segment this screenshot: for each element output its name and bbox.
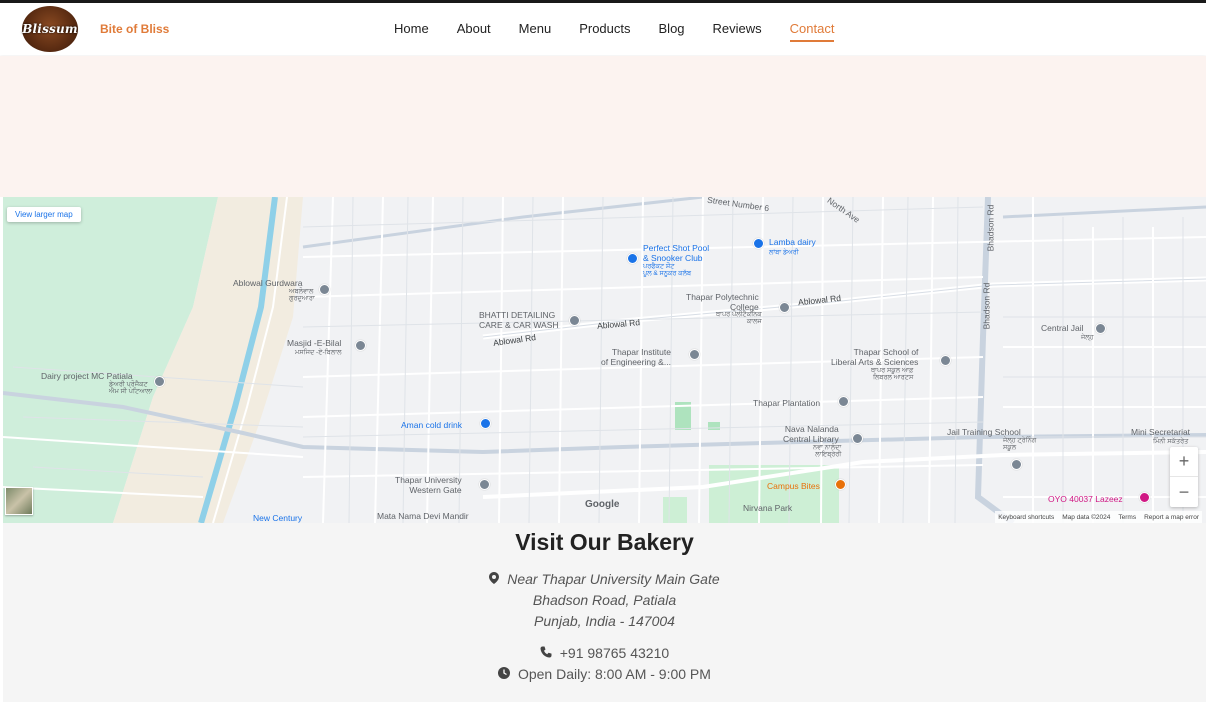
map-label-ablowal-gurdwara-local: ਅਬਲੋਵਾਲ ਗੁਰਦੁਆਰਾ xyxy=(289,288,315,302)
map-label-central-jail: Central Jail xyxy=(1041,323,1084,333)
zoom-out-button[interactable]: − xyxy=(1170,477,1198,507)
address-line-3: Punjab, India - 147004 xyxy=(534,613,675,629)
map-pin-nava-nalanda[interactable] xyxy=(852,433,863,444)
map-label-masjid: Masjid -E-Bilal xyxy=(287,338,342,348)
map-label-thapar-plantation: Thapar Plantation xyxy=(753,398,821,408)
map-label-thapar-poly: Thapar Polytechnic College xyxy=(686,292,759,312)
view-larger-map-link[interactable]: View larger map xyxy=(7,207,81,222)
address-text-1: Near Thapar University Main Gate xyxy=(507,571,720,587)
map-pin-bhatti[interactable] xyxy=(569,315,580,326)
map-label-nava-nalanda-local: ਨਵਾ ਨਾਲੰਦਾ ਲਾਇਬ੍ਰੇਰੀ xyxy=(813,444,842,458)
nav-home[interactable]: Home xyxy=(394,21,429,36)
terms-link[interactable]: Terms xyxy=(1118,514,1136,521)
map-label-thapar-gate: Thapar University Western Gate xyxy=(395,475,462,495)
contact-section: Visit Our Bakery Near Thapar University … xyxy=(3,523,1206,702)
map-label-perfect-shot: Perfect Shot Pool & Snooker Club xyxy=(643,243,710,263)
map-pin-ablowal-gurdwara[interactable] xyxy=(319,284,330,295)
contact-title: Visit Our Bakery xyxy=(515,529,694,555)
phone-number[interactable]: +91 98765 43210 xyxy=(560,645,669,661)
map-label-mini-secretariat: Mini Secretariat xyxy=(1131,427,1191,437)
map-pin-campus-bites[interactable] xyxy=(835,479,846,490)
map-label-dairy-project: Dairy project MC Patiala xyxy=(41,371,133,381)
zoom-controls: + − xyxy=(1170,447,1198,507)
hero-band xyxy=(0,56,1206,197)
map-pin-thapar-poly[interactable] xyxy=(779,302,790,313)
map-label-ablowal-gurdwara: Ablowal Gurdwara xyxy=(233,278,303,288)
navbar: Blissum Bite of Bliss Home About Menu Pr… xyxy=(0,3,1206,55)
map-label-bhatti: BHATTI DETAILING CARE & CAR WASH xyxy=(479,310,559,330)
map-label-masjid-local: ਮਸਜਿਦ -ਏ-ਬਿਲਾਲ xyxy=(295,349,342,356)
satellite-layer-toggle[interactable] xyxy=(5,487,33,515)
nav-menu: Home About Menu Products Blog Reviews Co… xyxy=(394,21,834,42)
map-pin-oyo[interactable] xyxy=(1139,492,1150,503)
map-pin-masjid[interactable] xyxy=(355,340,366,351)
nav-contact[interactable]: Contact xyxy=(789,21,834,42)
phone-icon xyxy=(540,645,556,661)
map-data-text: Map data ©2024 xyxy=(1062,513,1111,521)
map-pin-thapar-school[interactable] xyxy=(940,355,951,366)
map-label-dairy-project-local: ਡੇਅਰੀ ਪ੍ਰੋਜੈਕਟ ਐਮ ਸੀ ਪਟਿਆਲਾ xyxy=(109,381,153,395)
map-label-aman: Aman cold drink xyxy=(401,420,462,430)
nav-blog[interactable]: Blog xyxy=(659,21,685,36)
map-pin-aman[interactable] xyxy=(480,418,491,429)
map-pin-thapar-plantation[interactable] xyxy=(838,396,849,407)
map-label-jail-training-local: ਜੇਲ੍ਹ ਟ੍ਰੇਨਿੰਗ ਸਕੂਲ xyxy=(1003,437,1037,451)
map-pin-thapar-gate[interactable] xyxy=(479,479,490,490)
google-logo: Google xyxy=(585,499,620,510)
map-label-mini-secretariat-local: ਮਿੰਨੀ ਸਕੱਤਰੇਤ xyxy=(1153,438,1189,445)
logo-text: Blissum xyxy=(22,22,78,36)
opening-hours: Open Daily: 8:00 AM - 9:00 PM xyxy=(517,666,711,682)
brand-name[interactable]: Bite of Bliss xyxy=(100,22,169,36)
map-label-campus-bites: Campus Bites xyxy=(767,481,820,491)
hours-line: Open Daily: 8:00 AM - 9:00 PM xyxy=(3,666,1206,682)
clock-icon xyxy=(498,666,514,682)
nav-products[interactable]: Products xyxy=(579,21,630,36)
map-label-jail-training: Jail Training School xyxy=(947,427,1021,437)
map-pin-central-jail[interactable] xyxy=(1095,323,1106,334)
report-error-link[interactable]: Report a map error xyxy=(1144,514,1199,521)
map-label-nava-nalanda: Nava Nalanda Central Library xyxy=(783,424,839,444)
map-label-new-century: New Century xyxy=(253,513,303,523)
map-label-lamba-dairy: Lamba dairy xyxy=(769,237,816,247)
map-label-thapar-school-local: ਥਾਪਰ ਸਕੂਲ ਆਫ਼ ਲਿਬਰਲ ਆਰਟਸ xyxy=(871,367,914,381)
zoom-in-button[interactable]: + xyxy=(1170,447,1198,477)
map-pin-jail-training[interactable] xyxy=(1011,459,1022,470)
map-label-mata-nama: Mata Nama Devi Mandir xyxy=(377,511,469,521)
map-label-perfect-shot-local: ਪਰਫੈਕਟ ਸ਼ੌਟ ਪੂਲ & ਸਨੂਕਰ ਕਲੱਬ xyxy=(643,263,692,277)
phone-line: +91 98765 43210 xyxy=(3,645,1206,661)
map-pin-perfect-shot[interactable] xyxy=(627,253,638,264)
map-pin-thapar-inst[interactable] xyxy=(689,349,700,360)
map-attribution: Keyboard shortcuts Map data ©2024 Terms … xyxy=(995,511,1202,523)
map-label-lamba-dairy-local: ਲਾਂਬਾ ਡੇਅਰੀ xyxy=(769,249,799,256)
map-label-thapar-poly-local: ਥਾਪਰ ਪੌਲੀਟੈਕਨਿਕ ਕਾਲਜ xyxy=(716,311,762,325)
map-label-bhadson-rd-mid: Bhadson Rd xyxy=(981,282,992,330)
map-label-nirvana: Nirvana Park xyxy=(743,503,793,513)
map-label-oyo: OYO 40037 Lazeez xyxy=(1048,494,1123,504)
map-label-thapar-inst: Thapar Institute of Engineering &... xyxy=(601,347,671,367)
address-line-2: Bhadson Road, Patiala xyxy=(532,592,677,608)
nav-about[interactable]: About xyxy=(457,21,491,36)
map-label-central-jail-local: ਜੇਲ੍ਹ xyxy=(1081,334,1094,341)
address-line-1: Near Thapar University Main Gate xyxy=(3,571,1206,587)
google-map[interactable]: View larger map Street Number 6 North Av… xyxy=(3,197,1206,523)
map-label-bhadson-rd-top: Bhadson Rd xyxy=(985,204,996,252)
map-label-thapar-school: Thapar School of Liberal Arts & Sciences xyxy=(831,347,919,367)
nav-menu-link[interactable]: Menu xyxy=(519,21,552,36)
map-pin-dairy-project[interactable] xyxy=(154,376,165,387)
keyboard-shortcuts-link[interactable]: Keyboard shortcuts xyxy=(998,514,1054,521)
logo[interactable]: Blissum xyxy=(22,6,78,52)
map-marker-icon xyxy=(489,571,503,587)
map-pin-lamba-dairy[interactable] xyxy=(753,238,764,249)
nav-reviews[interactable]: Reviews xyxy=(713,21,762,36)
